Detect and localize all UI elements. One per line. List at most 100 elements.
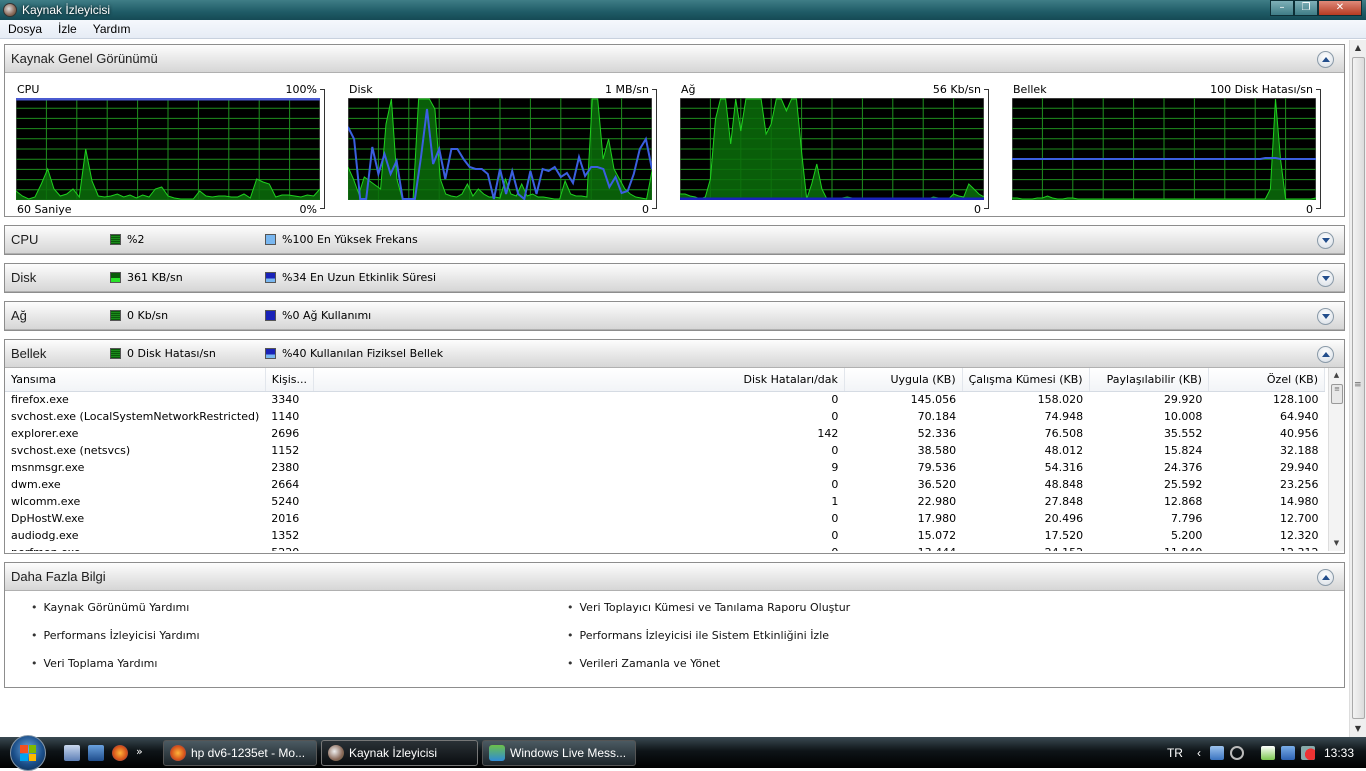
table-row[interactable]: DpHostW.exe 2016 0 17.980 20.496 7.796 12.700 bbox=[5, 510, 1325, 527]
cell-private: 40.956 bbox=[1280, 427, 1319, 440]
cell-image: explorer.exe bbox=[11, 427, 79, 440]
table-row[interactable]: dwm.exe 2664 0 36.520 48.848 25.592 23.256 bbox=[5, 476, 1325, 493]
column-header-image[interactable]: Yansıma bbox=[5, 368, 266, 392]
cell-pid: 5220 bbox=[265, 544, 313, 551]
chevron-up-icon bbox=[1321, 57, 1330, 62]
show-hidden-icons-button[interactable]: ‹ bbox=[1197, 746, 1201, 760]
language-indicator[interactable]: TR bbox=[1167, 746, 1183, 760]
clock[interactable]: 13:33 bbox=[1324, 746, 1354, 760]
collapse-memory-button[interactable] bbox=[1317, 346, 1334, 363]
scroll-down-icon[interactable]: ▼ bbox=[1329, 536, 1344, 551]
cell-commit: 22.980 bbox=[917, 495, 957, 508]
table-row[interactable]: msnmsgr.exe 2380 9 79.536 54.316 24.376 29.940 bbox=[5, 459, 1325, 476]
column-header-commit[interactable]: Uygula (KB) bbox=[844, 368, 963, 392]
column-header-working-set[interactable]: Çalışma Kümesi (KB) bbox=[962, 368, 1090, 392]
disk-io-legend: 361 KB/sn bbox=[110, 271, 183, 284]
cell-image: wlcomm.exe bbox=[11, 495, 81, 508]
column-header-hard-faults[interactable]: Disk Hataları/dak bbox=[313, 368, 845, 392]
table-row[interactable]: explorer.exe 2696 142 52.336 76.508 35.552 40.… bbox=[5, 425, 1325, 442]
restore-button[interactable]: ❐ bbox=[1294, 0, 1318, 16]
more-info-title: Daha Fazla Bilgi bbox=[11, 569, 106, 584]
resource-monitor-app-icon bbox=[3, 3, 17, 17]
cell-pid: 2696 bbox=[271, 427, 300, 440]
cell-private: 12.700 bbox=[1280, 512, 1319, 525]
table-row[interactable]: firefox.exe 3340 0 145.056 158.020 29.920 128.… bbox=[5, 391, 1325, 408]
disk-section-header[interactable]: Disk 361 KB/sn %34 En Uzun Etkinlik Süre… bbox=[5, 264, 1344, 292]
table-row[interactable]: svchost.exe (LocalSystemNetworkRestricte… bbox=[5, 408, 1325, 425]
more-info-panel: Daha Fazla Bilgi Kaynak Görünümü Yardımı… bbox=[4, 562, 1345, 688]
collapse-overview-button[interactable] bbox=[1317, 51, 1334, 68]
chart-title: Disk bbox=[349, 83, 373, 96]
disk-graph bbox=[348, 98, 652, 200]
cell-hard-faults: 0 bbox=[831, 478, 839, 491]
column-header-pid[interactable]: Kişis... bbox=[265, 368, 315, 392]
start-button[interactable] bbox=[10, 735, 46, 771]
chart-title: CPU bbox=[17, 83, 40, 96]
scroll-up-icon[interactable]: ▲ bbox=[1350, 40, 1366, 56]
column-header-shareable[interactable]: Paylaşılabilir (KB) bbox=[1089, 368, 1209, 392]
expand-cpu-button[interactable] bbox=[1317, 232, 1334, 249]
memory-chart: Bellek 100 Disk Hatası/sn 0 bbox=[1007, 78, 1339, 218]
scroll-up-icon[interactable]: ▲ bbox=[1329, 368, 1344, 383]
memory-table-container: Yansıma Kişis... Disk Hataları/dak Uygul… bbox=[5, 368, 1344, 551]
taskbar-button-firefox[interactable]: hp dv6-1235et - Mo... bbox=[163, 740, 317, 766]
link-monitor-activity[interactable]: Performans İzleyicisi ile Sistem Etkinli… bbox=[567, 629, 830, 642]
collapse-more-info-button[interactable] bbox=[1317, 569, 1334, 586]
table-row[interactable]: audiodg.exe 1352 0 15.072 17.520 5.200 12.320 bbox=[5, 527, 1325, 544]
cpu-usage-value: %2 bbox=[127, 233, 145, 246]
physical-memory-value: %40 Kullanılan Fiziksel Bellek bbox=[282, 347, 444, 360]
sync-tray-icon[interactable] bbox=[1229, 745, 1244, 760]
menu-view[interactable]: İzle bbox=[50, 22, 85, 36]
show-desktop-icon[interactable] bbox=[88, 745, 104, 761]
taskbar-button-resource-monitor[interactable]: Kaynak İzleyicisi bbox=[321, 740, 478, 766]
network-io-value: 0 Kb/sn bbox=[127, 309, 169, 322]
cell-private: 29.940 bbox=[1280, 461, 1319, 474]
quick-launch: » bbox=[64, 745, 146, 761]
cell-hard-faults: 1 bbox=[831, 495, 839, 508]
network-section-header[interactable]: Ağ 0 Kb/sn %0 Ağ Kullanımı bbox=[5, 302, 1344, 330]
minimize-button[interactable]: – bbox=[1270, 0, 1294, 16]
menu-help[interactable]: Yardım bbox=[85, 22, 139, 36]
resource-monitor-icon bbox=[328, 745, 344, 761]
expand-disk-button[interactable] bbox=[1317, 270, 1334, 287]
cpu-section-header[interactable]: CPU %2 %100 En Yüksek Frekans bbox=[5, 226, 1344, 254]
taskbar-button-messenger[interactable]: Windows Live Mess... bbox=[482, 740, 636, 766]
section-title: Ağ bbox=[11, 308, 27, 323]
table-scrollbar[interactable]: ▲ ≡ ▼ bbox=[1328, 368, 1344, 551]
cell-shareable: 25.592 bbox=[1163, 478, 1203, 491]
user-tray-icon[interactable] bbox=[1209, 745, 1224, 760]
disk-section: Disk 361 KB/sn %34 En Uzun Etkinlik Süre… bbox=[4, 263, 1345, 293]
switch-windows-icon[interactable] bbox=[64, 745, 80, 761]
cell-hard-faults: 0 bbox=[831, 512, 839, 525]
chart-max-label: 1 MB/sn bbox=[605, 83, 649, 96]
volume-muted-icon[interactable] bbox=[1300, 745, 1315, 760]
overview-header[interactable]: Kaynak Genel Görünümü bbox=[5, 45, 1344, 73]
table-scroll-thumb[interactable]: ≡ bbox=[1331, 384, 1343, 404]
more-info-header[interactable]: Daha Fazla Bilgi bbox=[5, 563, 1344, 591]
cell-working-set: 48.012 bbox=[1044, 444, 1084, 457]
column-header-private[interactable]: Özel (KB) bbox=[1208, 368, 1326, 392]
close-button[interactable]: ✕ bbox=[1318, 0, 1362, 16]
link-create-report[interactable]: Veri Toplayıcı Kümesi ve Tanılama Raporu… bbox=[567, 601, 851, 614]
quick-launch-more[interactable]: » bbox=[136, 745, 146, 761]
disk-activity-legend: %34 En Uzun Etkinlik Süresi bbox=[265, 271, 436, 284]
network-icon[interactable] bbox=[1280, 745, 1295, 760]
chart-min-label: 0 bbox=[1306, 203, 1313, 216]
cell-working-set: 17.520 bbox=[1044, 529, 1084, 542]
link-schedule-data[interactable]: Verileri Zamanla ve Yönet bbox=[567, 657, 721, 670]
main-scrollbar[interactable]: ▲ ≡ ▼ bbox=[1349, 40, 1366, 737]
link-data-collection-help[interactable]: Veri Toplama Yardımı bbox=[31, 657, 158, 670]
menu-file[interactable]: Dosya bbox=[0, 22, 50, 36]
expand-network-button[interactable] bbox=[1317, 308, 1334, 325]
table-row[interactable]: wlcomm.exe 5240 1 22.980 27.848 12.868 14.980 bbox=[5, 493, 1325, 510]
power-icon[interactable] bbox=[1260, 745, 1275, 760]
link-perfmon-help[interactable]: Performans İzleyicisi Yardımı bbox=[31, 629, 200, 642]
link-resource-view-help[interactable]: Kaynak Görünümü Yardımı bbox=[31, 601, 190, 614]
memory-section-header[interactable]: Bellek 0 Disk Hatası/sn %40 Kullanılan F… bbox=[5, 340, 1344, 368]
table-row[interactable]: perfmon.exe5220013.44424.15211.84012.312 bbox=[5, 544, 1325, 551]
memory-table-body: firefox.exe 3340 0 145.056 158.020 29.920 128.… bbox=[5, 391, 1325, 551]
table-row[interactable]: svchost.exe (netsvcs) 1152 0 38.580 48.012 15… bbox=[5, 442, 1325, 459]
firefox-icon[interactable] bbox=[112, 745, 128, 761]
scroll-down-icon[interactable]: ▼ bbox=[1350, 721, 1366, 737]
cell-shareable: 10.008 bbox=[1163, 410, 1203, 423]
